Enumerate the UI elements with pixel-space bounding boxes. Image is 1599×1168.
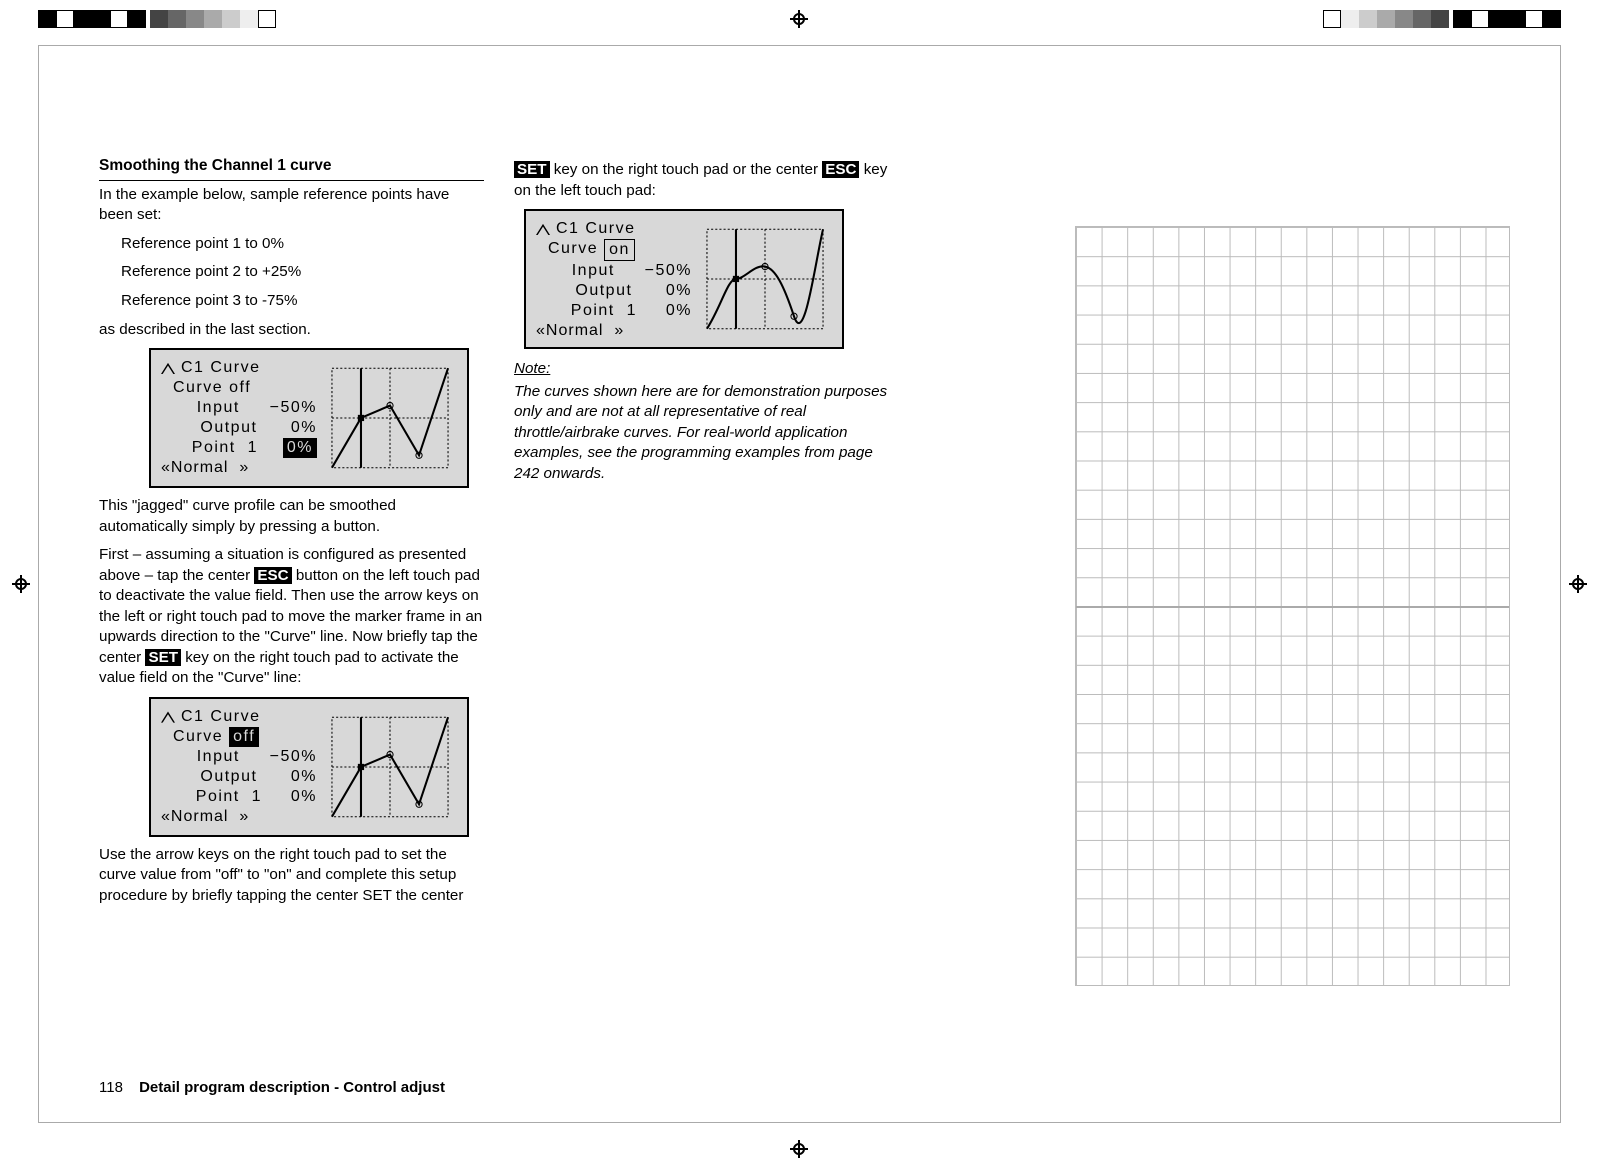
refpoint-1: Reference point 1 to 0%	[121, 234, 484, 255]
lcd-title: C1 Curve	[181, 359, 261, 376]
registration-mark-top	[790, 10, 808, 28]
intro-tail: as described in the last section.	[99, 320, 484, 341]
section-heading: Smoothing the Channel 1 curve	[99, 156, 484, 181]
lcd-screenshot-b: C1 Curve Curve off Input−50% Output0% Po…	[149, 697, 469, 837]
lcd-screenshot-c: C1 Curve Curve on Input−50% Output0% Poi…	[524, 209, 844, 349]
model-icon	[536, 221, 550, 235]
curve-graph-b	[325, 711, 455, 825]
selected-value: on	[604, 239, 635, 261]
esc-key-label: ESC	[822, 161, 859, 178]
arrow-use-text: Use the arrow keys on the right touch pa…	[99, 845, 484, 907]
refpoint-2: Reference point 2 to +25%	[121, 262, 484, 283]
footer-title: Detail program description - Control adj…	[139, 1079, 445, 1096]
selected-value: 0%	[283, 438, 317, 458]
curve-graph-c	[700, 223, 830, 337]
chevron-right-icon: »	[614, 322, 624, 339]
column-1: Smoothing the Channel 1 curve In the exa…	[99, 156, 484, 1016]
notes-grid	[1075, 226, 1510, 986]
curve-graph-a	[325, 362, 455, 476]
chevron-right-icon: »	[239, 808, 249, 825]
steps-text: First – assuming a situation is configur…	[99, 545, 484, 689]
registration-mark-left	[12, 575, 30, 593]
registration-mark-bottom	[790, 1140, 808, 1158]
page-footer: 118 Detail program description - Control…	[99, 1079, 445, 1096]
model-icon	[161, 709, 175, 723]
registration-bar-right	[1323, 10, 1561, 28]
refpoint-3: Reference point 3 to -75%	[121, 291, 484, 312]
chevron-right-icon: »	[239, 459, 249, 476]
set-key-label: SET	[145, 649, 181, 666]
intro-text: In the example below, sample reference p…	[99, 185, 484, 226]
esc-key-label: ESC	[254, 567, 291, 584]
note-heading: Note:	[514, 359, 899, 380]
selected-value: off	[229, 727, 259, 747]
chevron-left-icon: «	[161, 808, 171, 825]
jagged-text: This "jagged" curve profile can be smoot…	[99, 496, 484, 537]
chevron-left-icon: «	[536, 322, 546, 339]
lcd-screenshot-a: C1 Curve Curve off Input−50% Output0% Po…	[149, 348, 469, 488]
col2-lead: SET key on the right touch pad or the ce…	[514, 160, 899, 201]
registration-bar-left	[38, 10, 276, 28]
set-key-label: SET	[514, 161, 550, 178]
registration-mark-right	[1569, 575, 1587, 593]
chevron-left-icon: «	[161, 459, 171, 476]
page-frame: Smoothing the Channel 1 curve In the exa…	[38, 45, 1561, 1123]
model-icon	[161, 360, 175, 374]
note-body: The curves shown here are for demonstrat…	[514, 382, 899, 485]
page-number: 118	[99, 1079, 123, 1096]
column-2: SET key on the right touch pad or the ce…	[514, 156, 899, 1016]
